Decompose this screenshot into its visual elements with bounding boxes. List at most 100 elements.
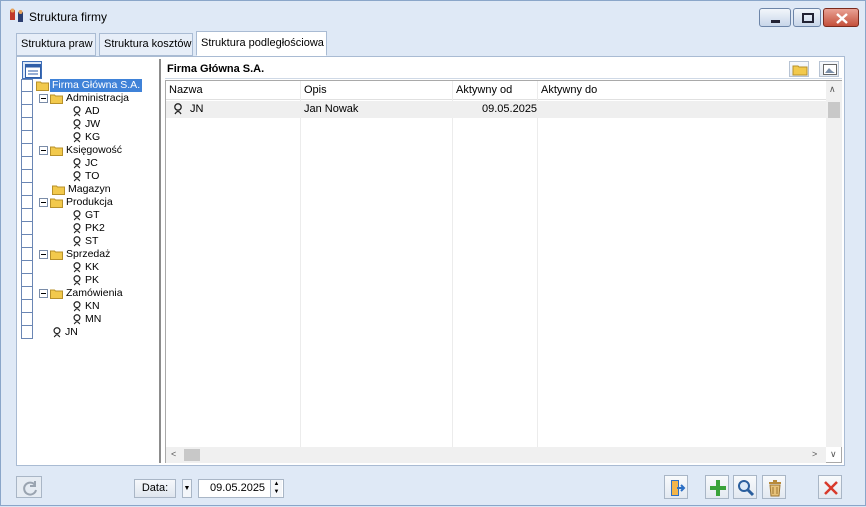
- tree-checkbox[interactable]: [21, 209, 33, 222]
- tree-node-content[interactable]: Księgowość: [39, 144, 124, 157]
- tree-node-folder[interactable]: Administracja: [19, 92, 161, 105]
- collapse-toggle-icon[interactable]: [39, 146, 48, 155]
- tree-node-content[interactable]: PK2: [72, 222, 107, 235]
- tree-checkbox[interactable]: [21, 287, 33, 300]
- tab-struktura-podleglosciowa[interactable]: Struktura podległościowa: [196, 31, 327, 56]
- tree-node-label: ST: [85, 235, 99, 247]
- tree-node-folder[interactable]: Księgowość: [19, 144, 161, 157]
- table-row[interactable]: JN Jan Nowak 09.05.2025: [166, 101, 826, 118]
- tree-node-folder[interactable]: Magazyn: [19, 183, 161, 196]
- maximize-button[interactable]: [793, 8, 821, 27]
- tree-node-person[interactable]: KK: [19, 261, 161, 274]
- delete-button[interactable]: [762, 475, 786, 499]
- tree-node-person[interactable]: TO: [19, 170, 161, 183]
- tab-struktura-praw[interactable]: Struktura praw: [16, 33, 96, 56]
- vertical-scrollbar[interactable]: ∧: [826, 81, 842, 447]
- refresh-button[interactable]: [16, 476, 42, 498]
- cancel-button[interactable]: [818, 475, 842, 499]
- tree-node-content[interactable]: Magazyn: [39, 183, 113, 196]
- tree-node-person[interactable]: PK2: [19, 222, 161, 235]
- scroll-thumb[interactable]: [828, 102, 840, 118]
- tree-checkbox[interactable]: [21, 157, 33, 170]
- tree-node-content[interactable]: KG: [72, 131, 102, 144]
- column-divider: [300, 81, 301, 451]
- tree-node-folder[interactable]: Firma Główna S.A.: [19, 79, 161, 92]
- horizontal-scrollbar[interactable]: < >: [166, 447, 826, 463]
- column-header-nazwa[interactable]: Nazwa: [169, 84, 203, 96]
- tree-checkbox[interactable]: [21, 274, 33, 287]
- tree-checkbox[interactable]: [21, 105, 33, 118]
- column-header-aktywny-do[interactable]: Aktywny do: [541, 84, 597, 96]
- tree-checkbox[interactable]: [21, 183, 33, 196]
- tree-node-person[interactable]: JC: [19, 157, 161, 170]
- collapse-toggle-icon[interactable]: [39, 94, 48, 103]
- tree-checkbox[interactable]: [21, 196, 33, 209]
- scroll-right-icon[interactable]: >: [812, 449, 817, 459]
- minimize-button[interactable]: [759, 8, 791, 27]
- tree-checkbox[interactable]: [21, 144, 33, 157]
- tree-node-content[interactable]: JN: [39, 326, 80, 339]
- search-button[interactable]: [733, 475, 757, 499]
- tree-node-folder[interactable]: Sprzedaż: [19, 248, 161, 261]
- navigate-button[interactable]: [664, 475, 688, 499]
- close-window-button[interactable]: [823, 8, 859, 27]
- tree-checkbox[interactable]: [21, 248, 33, 261]
- tree-node-content[interactable]: Produkcja: [39, 196, 115, 209]
- collapse-toggle-icon[interactable]: [39, 289, 48, 298]
- scroll-up-icon[interactable]: ∧: [829, 84, 836, 95]
- tree-node-content[interactable]: JW: [72, 118, 102, 131]
- tree-node-person[interactable]: PK: [19, 274, 161, 287]
- person-icon: [72, 262, 82, 273]
- add-button[interactable]: [705, 475, 729, 499]
- tree-node-content[interactable]: KN: [72, 300, 102, 313]
- tree-node-content[interactable]: Zamówienia: [39, 287, 125, 300]
- column-divider: [537, 81, 538, 451]
- tree-checkbox[interactable]: [21, 235, 33, 248]
- tree-checkbox[interactable]: [21, 326, 33, 339]
- tree-checkbox[interactable]: [21, 261, 33, 274]
- tree-node-content[interactable]: KK: [72, 261, 101, 274]
- tree-node-content[interactable]: PK: [72, 274, 101, 287]
- tree-view-toggle-button[interactable]: [22, 61, 42, 79]
- column-header-aktywny-od[interactable]: Aktywny od: [456, 84, 512, 96]
- column-header-opis[interactable]: Opis: [304, 84, 327, 96]
- tree-node-content[interactable]: JC: [72, 157, 100, 170]
- tree-node-person[interactable]: MN: [19, 313, 161, 326]
- date-spinner-icon[interactable]: ▲ ▼: [270, 480, 282, 497]
- tree-node-content[interactable]: Sprzedaż: [39, 248, 112, 261]
- tree-checkbox[interactable]: [21, 300, 33, 313]
- tree-checkbox[interactable]: [21, 131, 33, 144]
- tree-checkbox[interactable]: [21, 79, 33, 92]
- tree-node-content[interactable]: Firma Główna S.A.: [36, 79, 143, 92]
- tree-node-content[interactable]: GT: [72, 209, 102, 222]
- tree-checkbox[interactable]: [21, 222, 33, 235]
- tree-node-content[interactable]: Administracja: [39, 92, 131, 105]
- scroll-down-icon[interactable]: ∨: [830, 449, 837, 460]
- scroll-left-icon[interactable]: <: [171, 449, 176, 459]
- collapse-toggle-icon[interactable]: [39, 250, 48, 259]
- tree-checkbox[interactable]: [21, 313, 33, 326]
- tree-checkbox[interactable]: [21, 170, 33, 183]
- tree-node-person[interactable]: JN: [19, 326, 161, 339]
- tab-struktura-kosztow[interactable]: Struktura kosztów: [99, 33, 193, 56]
- date-label-button[interactable]: Data:: [134, 479, 176, 498]
- tree-node-content[interactable]: ST: [72, 235, 100, 248]
- tree-node-folder[interactable]: Zamówienia: [19, 287, 161, 300]
- tree-node-person[interactable]: KG: [19, 131, 161, 144]
- tree-node-person[interactable]: GT: [19, 209, 161, 222]
- tree-node-person[interactable]: JW: [19, 118, 161, 131]
- date-dropdown-icon[interactable]: ▼: [182, 479, 192, 498]
- tree-node-content[interactable]: AD: [72, 105, 102, 118]
- view-image-button[interactable]: [819, 61, 839, 77]
- collapse-toggle-icon[interactable]: [39, 198, 48, 207]
- tree-node-content[interactable]: MN: [72, 313, 103, 326]
- tree-node-folder[interactable]: Produkcja: [19, 196, 161, 209]
- open-folder-button[interactable]: [789, 61, 809, 77]
- tree-checkbox[interactable]: [21, 92, 33, 105]
- scroll-thumb[interactable]: [184, 449, 200, 461]
- tree-node-person[interactable]: ST: [19, 235, 161, 248]
- tree-checkbox[interactable]: [21, 118, 33, 131]
- tree-node-person[interactable]: AD: [19, 105, 161, 118]
- tree-node-content[interactable]: TO: [72, 170, 101, 183]
- tree-node-person[interactable]: KN: [19, 300, 161, 313]
